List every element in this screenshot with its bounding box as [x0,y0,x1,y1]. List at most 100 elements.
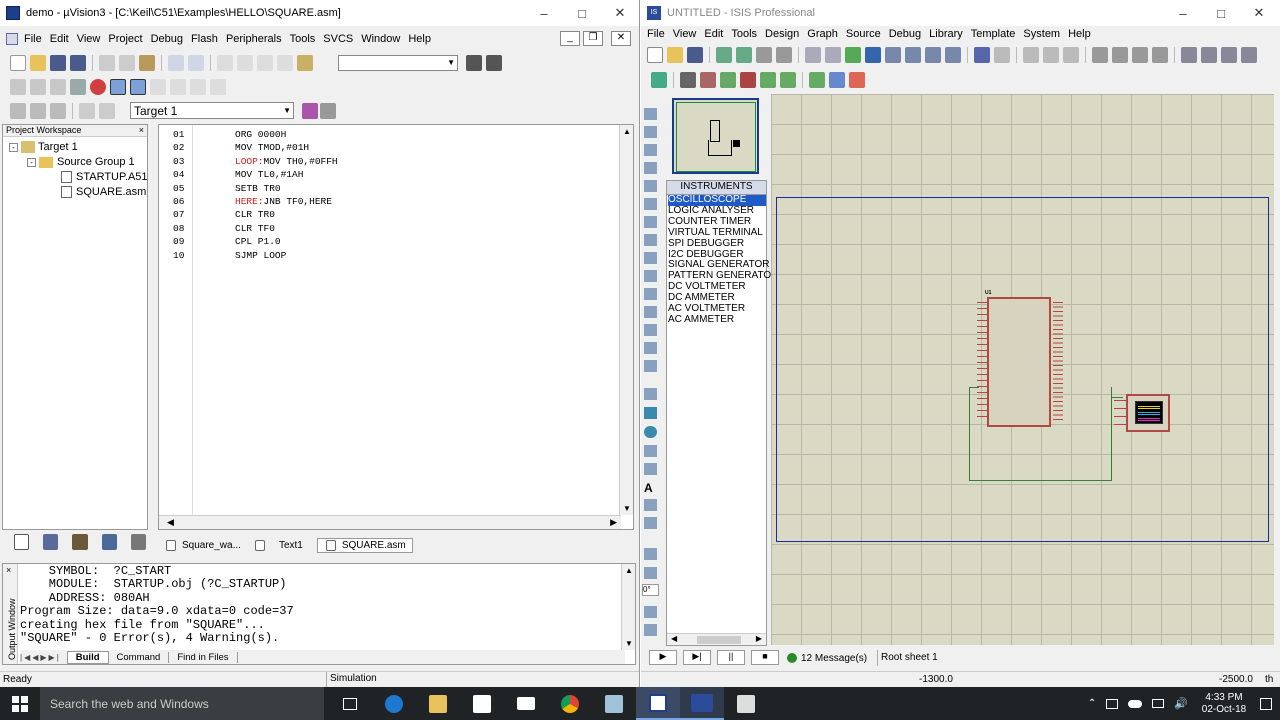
uvision-titlebar[interactable]: demo - µVision3 - [C:\Keil\C51\Examples\… [0,0,639,26]
block-rotate-icon[interactable] [1132,47,1148,63]
find-icon[interactable] [486,55,502,71]
paste-icon[interactable] [1063,47,1079,63]
taskbar-app-edge[interactable] [372,687,416,720]
save-icon[interactable] [687,47,703,63]
zoom-all-icon[interactable] [925,47,941,63]
rotate-cw-icon[interactable] [644,548,657,560]
minimize-button[interactable]: – [526,0,562,26]
menu-debug[interactable]: Debug [147,33,187,45]
tree-item-file[interactable]: STARTUP.A51 [61,171,148,183]
origin-icon[interactable] [845,47,861,63]
code-line[interactable]: 03 LOOP:MOV TH0,#0FFH [173,155,338,168]
decompose-icon[interactable] [1241,47,1257,63]
scroll-right-icon[interactable]: ▶ [610,517,617,528]
stop-button[interactable]: ■ [751,650,779,665]
copy-icon[interactable] [1043,47,1059,63]
print-icon[interactable] [70,79,86,95]
menu-file[interactable]: File [643,28,669,40]
wire[interactable] [969,387,979,388]
tape-recorder-icon[interactable] [644,288,657,300]
taskbar-app-explorer[interactable] [416,687,460,720]
code-line[interactable]: 09 CPL P1.0 [173,235,338,248]
refresh-icon[interactable] [805,47,821,63]
redo-icon[interactable] [994,47,1010,63]
editor-hscroll[interactable]: ◀ ▶ [159,515,621,529]
device-pin-icon[interactable] [644,252,657,264]
mdi-restore-button[interactable]: ❐ [583,31,603,46]
taskbar-app-notepad[interactable] [592,687,636,720]
scroll-down-icon[interactable]: ▼ [623,504,631,513]
generator-icon[interactable] [644,306,657,318]
make-device-icon[interactable] [1201,47,1217,63]
instrument-item[interactable]: SPI DEBUGGER [668,238,766,250]
build-icon[interactable] [30,103,46,119]
debug-icon[interactable] [90,79,106,95]
workspace-toggle-icon[interactable] [110,79,126,95]
instruments-hscroll[interactable]: ◀ ▶ [667,633,766,645]
code-line[interactable]: 04 MOV TL0,#1AH [173,168,338,181]
doc-tab[interactable]: Square_wa... [158,539,247,551]
graph-icon[interactable] [644,270,657,282]
open-folder-icon[interactable] [30,55,46,71]
code-line[interactable]: 10 SJMP LOOP [173,249,338,262]
clock[interactable]: 4:33 PM 02-Oct-18 [1198,692,1250,716]
output-toggle-icon[interactable] [130,79,146,95]
find-combo[interactable]: ▼ [338,55,458,71]
templates-tab-icon[interactable] [130,534,146,550]
angle-field[interactable]: 0° [642,584,659,596]
collapse-icon[interactable]: - [9,142,18,152]
code-line[interactable]: 02 MOV TMOD,#01H [173,141,338,154]
new-icon[interactable] [647,47,663,63]
schematic-canvas[interactable]: U1 [771,94,1274,645]
menu-view[interactable]: View [73,33,105,45]
menu-peripherals[interactable]: Peripherals [222,33,286,45]
scroll-right-icon[interactable]: ▶ [756,634,762,643]
redo-icon[interactable] [188,55,204,71]
tree-item-source-group[interactable]: - Source Group 1 [27,156,135,168]
menu-debug[interactable]: Debug [885,28,925,40]
menu-edit[interactable]: Edit [46,33,73,45]
collapse-icon[interactable]: - [27,157,36,167]
tool-icon[interactable] [190,79,206,95]
goto-icon[interactable] [50,79,66,95]
subcircuit-icon[interactable] [644,216,657,228]
block-delete-icon[interactable] [1152,47,1168,63]
box-icon[interactable] [644,407,657,419]
virtual-instrument-icon[interactable] [644,360,657,372]
chevron-up-icon[interactable]: ⌃ [1088,698,1096,709]
target-select[interactable]: Target 1 ▼ [130,102,294,119]
tab-command[interactable]: Command [109,651,170,663]
registers-tab-icon[interactable] [43,534,59,550]
netlist-ares-icon[interactable] [849,72,865,88]
hand-icon[interactable] [150,79,166,95]
search-box[interactable]: Search the web and Windows [40,687,324,720]
tree-item-target[interactable]: - Target 1 [9,141,78,153]
instrument-item[interactable]: AC AMMETER [668,314,766,326]
selection-mode-icon[interactable] [644,108,657,120]
scroll-up-icon[interactable]: ▲ [625,566,633,575]
packaging-icon[interactable] [1221,47,1237,63]
maximize-button[interactable]: □ [1203,0,1239,26]
step-button[interactable]: ▶| [683,650,711,665]
oscilloscope-instrument[interactable] [1126,394,1170,432]
rebuild-icon[interactable] [50,103,66,119]
menu-view[interactable]: View [669,28,701,40]
wire[interactable] [969,387,1112,481]
grid-icon[interactable] [825,47,841,63]
netlist-icon[interactable] [780,72,796,88]
find-in-files-icon[interactable] [297,55,313,71]
path-icon[interactable] [644,463,657,475]
wire-label-icon[interactable] [644,162,657,174]
books-tab-icon[interactable] [72,534,88,550]
menu-help[interactable]: Help [1064,28,1095,40]
symbol-icon[interactable] [644,499,657,511]
code-editor[interactable]: 01 ORG 0000H 02 MOV TMOD,#01H 03 LOOP:MOV TH0… [158,124,634,530]
output-vscroll[interactable]: ▲ ▼ [621,564,635,650]
block-move-icon[interactable] [1112,47,1128,63]
erc-icon[interactable] [829,72,845,88]
code-line[interactable]: 07 CLR TR0 [173,208,338,221]
import-icon[interactable] [716,47,732,63]
bookmark-prev-icon[interactable] [237,55,253,71]
zoom-out-icon[interactable] [905,47,921,63]
options-icon[interactable] [99,103,115,119]
